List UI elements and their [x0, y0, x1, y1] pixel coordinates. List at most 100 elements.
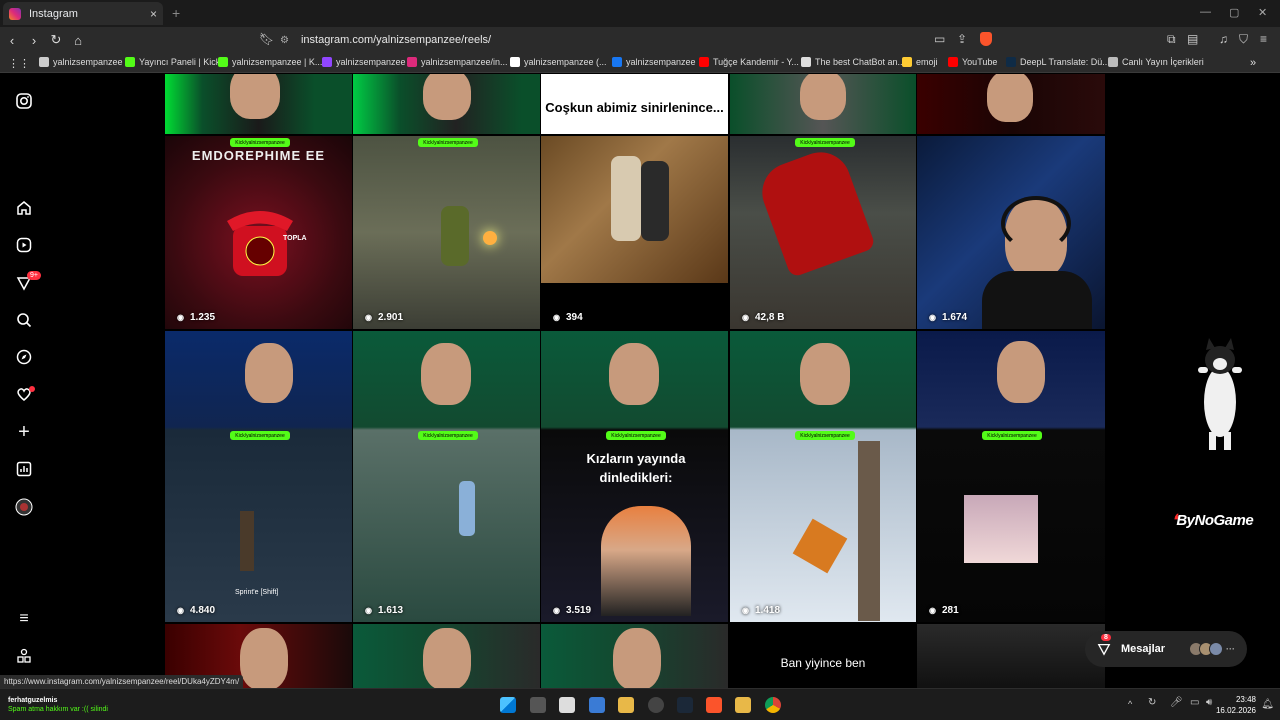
photos-icon[interactable] — [589, 697, 605, 713]
home-icon[interactable]: ⌂ — [68, 33, 88, 48]
bookmark-item[interactable]: yalnizsempanzee — [39, 57, 123, 67]
tab-close-icon[interactable]: × — [150, 7, 157, 21]
bookmark-item[interactable]: The best ChatBot an... — [801, 57, 905, 67]
browser-toolbar: ‹ › ↻ ⌂ 🔖︎ ⚙ instagram.com/yalnizsempanz… — [0, 27, 1280, 53]
reload-icon[interactable]: ↻ — [46, 32, 66, 48]
reel-tile-7[interactable]: Kick/yalnizsempanzee ◉ 1.613 — [353, 331, 540, 622]
microphone-icon[interactable]: 🎤︎ — [1170, 697, 1183, 708]
reel-tile-10[interactable]: Kick/yalnizsempanzee ◉ 281 — [917, 331, 1105, 622]
more-menu-icon[interactable]: ≡ — [15, 610, 33, 628]
views-eye-icon: ◉ — [929, 313, 936, 322]
share-icon[interactable]: ⇪ — [957, 32, 967, 46]
bookmark-favicon-icon — [39, 57, 49, 67]
reel-thumbnail[interactable] — [165, 74, 352, 134]
obs-icon[interactable] — [648, 697, 664, 713]
reel-overlay-text: EMDOREPHIME EE — [191, 148, 326, 163]
display-icon[interactable]: ▭ — [1190, 697, 1199, 708]
notifications-icon[interactable]: 🔔︎ — [1261, 699, 1274, 710]
profile-avatar-icon[interactable] — [15, 498, 33, 516]
sidebar-icon[interactable]: ▤ — [1187, 32, 1198, 46]
cast-icon[interactable]: ▭ — [934, 32, 945, 46]
start-icon[interactable] — [500, 697, 516, 713]
bookmark-label: yalnizsempanzee — [53, 57, 123, 67]
site-info-icon[interactable]: ⚙ — [280, 35, 289, 46]
more-bookmarks-icon[interactable]: » — [1250, 57, 1256, 69]
view-count: ◉ 4.840 — [177, 605, 216, 616]
bookmark-item[interactable]: Yayıncı Paneli | Kick — [125, 57, 220, 67]
address-bar[interactable]: ⚙ instagram.com/yalnizsempanzee/reels/ — [280, 31, 1000, 49]
menu-icon[interactable]: ≡ — [1260, 32, 1267, 46]
reel-tile-5[interactable]: ◉ 1.674 — [917, 136, 1105, 329]
tray-sync-icon[interactable]: ↻ — [1148, 697, 1156, 708]
task-view-icon[interactable] — [530, 697, 546, 713]
reel-thumbnail[interactable]: Ban yiyince ben — [730, 624, 916, 688]
bookmark-item[interactable]: YouTube — [948, 57, 997, 67]
back-icon[interactable]: ‹ — [2, 33, 22, 48]
bookmark-item[interactable]: yalnizsempanzee — [322, 57, 406, 67]
bookmark-label: Yayıncı Paneli | Kick — [139, 57, 221, 67]
system-clock[interactable]: 23:48 16.02.2026 — [1216, 694, 1256, 716]
forward-icon[interactable]: › — [24, 33, 44, 48]
reel-tile-6[interactable]: Kick/yalnizsempanzee Sprint'e [Shift] ◉ 4… — [165, 331, 352, 622]
reel-thumbnail[interactable] — [541, 624, 728, 688]
app-icon[interactable] — [559, 697, 575, 713]
media-player-icon[interactable] — [735, 697, 751, 713]
messages-button[interactable]: 8 Mesajlar ··· — [1085, 631, 1247, 667]
notif-text: Spam atma hakkım var :(( silindi — [8, 706, 108, 713]
reel-thumbnail[interactable] — [730, 74, 916, 134]
bookmark-item[interactable]: emoji — [902, 57, 938, 67]
bookmark-item[interactable]: Canlı Yayın İçerikleri — [1108, 57, 1204, 67]
brave-taskbar-icon[interactable] — [706, 697, 722, 713]
maximize-icon[interactable]: ▢ — [1229, 6, 1239, 19]
media-icon[interactable]: ♫ — [1219, 32, 1228, 46]
search-icon[interactable] — [15, 311, 33, 329]
bookmark-item[interactable]: yalnizsempanzee — [612, 57, 696, 67]
reel-tile-3[interactable]: ◉ 394 — [541, 136, 728, 329]
reel-thumbnail[interactable] — [353, 624, 540, 688]
chrome-icon[interactable] — [765, 697, 781, 713]
volume-icon[interactable]: 🔊︎ — [1206, 697, 1212, 708]
reel-thumbnail[interactable] — [917, 624, 1105, 688]
movie-frame — [541, 136, 728, 283]
instagram-logo-icon[interactable] — [15, 92, 33, 110]
kick-banner: Kick/yalnizsempanzee — [795, 431, 855, 440]
reel-tile-2[interactable]: Kick/yalnizsempanzee ◉ 2.901 — [353, 136, 540, 329]
kick-banner: Kick/yalnizsempanzee — [982, 431, 1042, 440]
vpn-shield-icon[interactable]: ⛉ — [1239, 32, 1248, 47]
brave-shields-icon[interactable] — [980, 32, 992, 46]
apps-grid-icon[interactable]: ⋮⋮ — [8, 57, 30, 70]
bookmark-item[interactable]: yalnizsempanzee | K... — [218, 57, 322, 67]
file-explorer-icon[interactable] — [618, 697, 634, 713]
extensions-icon[interactable]: ⧉ — [1167, 32, 1176, 47]
explore-icon[interactable] — [15, 348, 33, 366]
steam-icon[interactable] — [677, 697, 693, 713]
reel-thumbnail[interactable]: Coşkun abimiz sinirlenince... — [541, 74, 728, 134]
new-tab-button[interactable]: + — [172, 5, 180, 21]
reel-tile-4[interactable]: Kick/yalnizsempanzee ◉ 42,8 B — [730, 136, 916, 329]
chat-notification: ferhatguzelmis Spam atma hakkım var :(( … — [8, 696, 108, 714]
meta-apps-icon[interactable] — [15, 647, 33, 665]
tray-chevron-icon[interactable]: ^ — [1128, 699, 1132, 709]
bookmark-label: Canlı Yayın İçerikleri — [1122, 57, 1204, 67]
minimize-icon[interactable]: — — [1200, 6, 1211, 18]
create-plus-icon[interactable]: + — [15, 421, 33, 443]
dashboard-icon[interactable] — [15, 460, 33, 478]
views-eye-icon: ◉ — [742, 313, 749, 322]
reel-tile-1[interactable]: Kick/yalnizsempanzee EMDOREPHIME EE TOPL… — [165, 136, 352, 329]
bookmark-item[interactable]: yalnizsempanzee/in... — [407, 57, 508, 67]
bookmark-item[interactable]: Tuğçe Kandemir - Y... — [699, 57, 799, 67]
reel-tile-8[interactable]: Kick/yalnizsempanzee Kızların yayında di… — [541, 331, 728, 622]
home-nav-icon[interactable] — [15, 199, 33, 217]
bookmark-icon[interactable]: 🔖︎ — [259, 32, 274, 46]
reels-nav-icon[interactable] — [15, 236, 33, 254]
game-character — [753, 143, 877, 279]
reel-tile-9[interactable]: Kick/yalnizsempanzee ◉ 1.418 — [730, 331, 916, 622]
tab-instagram[interactable]: Instagram × — [3, 2, 163, 25]
vehicle — [792, 518, 848, 574]
window-close-icon[interactable]: ✕ — [1258, 6, 1267, 19]
reel-thumbnail[interactable] — [917, 74, 1105, 134]
bookmark-item[interactable]: yalnizsempanzee (... — [510, 57, 607, 67]
bookmark-item[interactable]: DeepL Translate: Dü... — [1006, 57, 1110, 67]
reel-thumbnail[interactable] — [353, 74, 540, 134]
bookmark-favicon-icon — [407, 57, 417, 67]
